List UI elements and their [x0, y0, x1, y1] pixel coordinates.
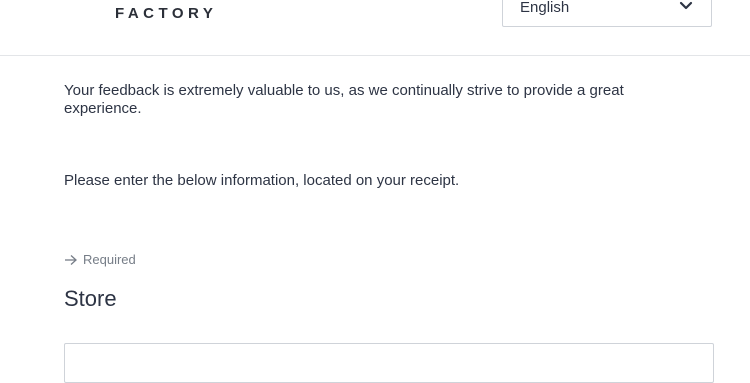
- required-note: Required: [64, 252, 136, 268]
- language-select[interactable]: English: [502, 0, 712, 27]
- site-header: FACTORY English: [0, 0, 750, 56]
- arrow-right-icon: [65, 255, 77, 265]
- chevron-down-icon: [679, 1, 693, 10]
- intro-text: Your feedback is extremely valuable to u…: [64, 82, 624, 117]
- brand-logo: FACTORY: [115, 5, 218, 22]
- language-selected-value: English: [520, 0, 570, 16]
- instruction-text: Please enter the below information, loca…: [64, 172, 460, 189]
- required-label: Required: [83, 252, 136, 267]
- store-input[interactable]: [64, 343, 714, 383]
- section-title-store: Store: [64, 286, 117, 311]
